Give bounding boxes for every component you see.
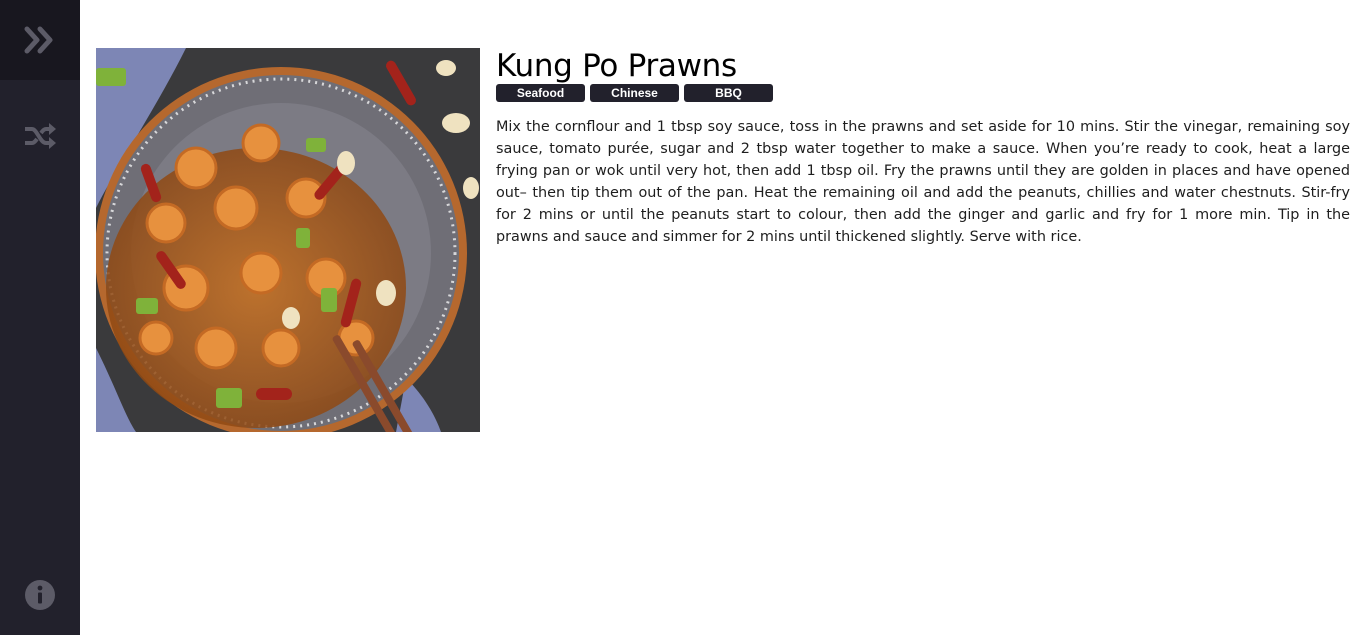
expand-sidebar-button[interactable] xyxy=(0,0,80,80)
info-button[interactable] xyxy=(0,555,80,635)
recipe-photo xyxy=(96,48,480,432)
tag-chinese[interactable]: Chinese xyxy=(590,84,679,102)
double-chevron-right-icon xyxy=(24,26,53,54)
shuffle-icon xyxy=(25,123,56,149)
recipe-details: Kung Po Prawns Seafood Chinese BBQ Mix t… xyxy=(496,48,1350,248)
recipe-title: Kung Po Prawns xyxy=(496,48,737,84)
shuffle-button[interactable] xyxy=(0,96,80,176)
tag-seafood[interactable]: Seafood xyxy=(496,84,585,102)
sidebar xyxy=(0,0,80,635)
recipe-tags: Seafood Chinese BBQ xyxy=(496,84,1350,102)
tag-bbq[interactable]: BBQ xyxy=(684,84,773,102)
info-icon xyxy=(25,580,55,610)
recipe-instructions: Mix the cornflour and 1 tbsp soy sauce, … xyxy=(496,119,1350,245)
